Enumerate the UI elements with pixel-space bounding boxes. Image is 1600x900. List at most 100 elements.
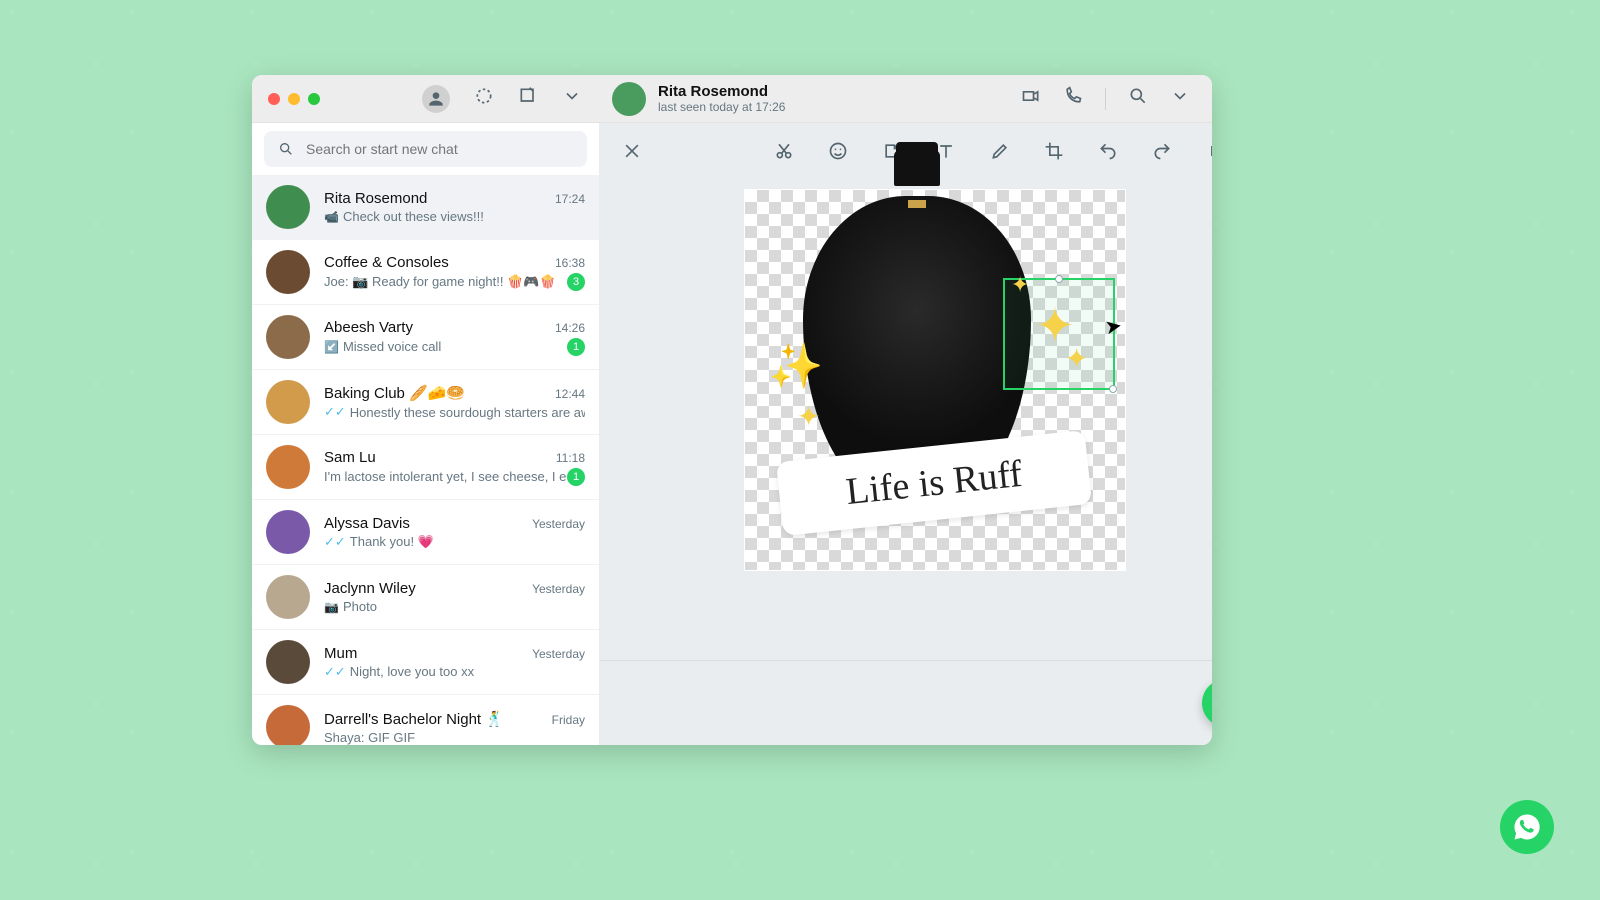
unread-badge: 1 [567, 468, 585, 486]
close-window-button[interactable] [268, 93, 280, 105]
chat-avatar [266, 185, 310, 229]
window-body: Rita Rosemond 17:24 📹Check out these views… [252, 123, 1212, 745]
draw-tool-icon[interactable] [986, 137, 1014, 165]
chat-time: Yesterday [532, 517, 585, 531]
undo-icon[interactable] [1094, 137, 1122, 165]
contact-avatar [612, 82, 646, 116]
voice-call-icon[interactable] [1063, 86, 1083, 111]
chat-row[interactable]: Sam Lu 11:18 I'm lactose intolerant yet, I… [252, 435, 599, 500]
chat-name: Mum [324, 645, 357, 662]
chat-name: Coffee & Consoles [324, 254, 449, 271]
sticker-canvas[interactable]: ✨ ✦ ✦ ✦ ✦ ➤ Life is Ruff [744, 189, 1126, 571]
chat-time: 11:18 [556, 451, 585, 465]
chat-time: Friday [552, 713, 585, 727]
unread-badge: 3 [567, 273, 585, 291]
chat-time: Yesterday [532, 647, 585, 661]
chat-time: 16:38 [555, 256, 585, 270]
sticker-text-label[interactable]: Life is Ruff [776, 430, 1092, 536]
read-ticks-icon: ✓✓ [324, 534, 346, 550]
contact-name: Rita Rosemond [658, 83, 785, 100]
chat-row[interactable]: Baking Club 🥖🧀🥯 12:44 ✓✓Honestly these sou… [252, 370, 599, 435]
sparkle-icon: ✦ [1065, 342, 1088, 375]
profile-avatar[interactable] [422, 85, 450, 113]
sparkle-icon: ✨ [769, 340, 824, 392]
chat-preview: ✓✓Night, love you too xx [324, 664, 474, 680]
sidebar-header-icons [422, 85, 582, 113]
chat-avatar [266, 315, 310, 359]
resize-handle[interactable] [1055, 275, 1063, 283]
conversation-header[interactable]: Rita Rosemond last seen today at 17:26 [612, 82, 1021, 116]
emoji-tool-icon[interactable] [824, 137, 852, 165]
video-call-icon[interactable] [1021, 86, 1041, 111]
chat-name: Darrell's Bachelor Night 🕺 [324, 710, 504, 728]
message-type-icon: ↙️ [324, 340, 339, 354]
chat-avatar [266, 640, 310, 684]
maximize-window-button[interactable] [308, 93, 320, 105]
chat-name: Baking Club 🥖🧀🥯 [324, 384, 465, 402]
chat-time: 14:26 [555, 321, 585, 335]
contact-status: last seen today at 17:26 [658, 100, 785, 114]
unread-badge: 1 [567, 338, 585, 356]
search-icon [278, 141, 294, 157]
chat-row[interactable]: Rita Rosemond 17:24 📹Check out these views… [252, 175, 599, 240]
chat-row[interactable]: Alyssa Davis Yesterday ✓✓Thank you! 💗 [252, 500, 599, 565]
chat-preview: I'm lactose intolerant yet, I see cheese… [324, 469, 567, 484]
chat-preview: Shaya: GIF GIF [324, 730, 415, 745]
chat-preview: 📷Photo [324, 599, 377, 614]
resize-handle[interactable] [1109, 385, 1117, 393]
chat-preview: 📹Check out these views!!! [324, 209, 484, 224]
crop-tool-icon[interactable] [1040, 137, 1068, 165]
chat-preview: ✓✓Thank you! 💗 [324, 534, 434, 550]
sparkle-icon: ✦ [1011, 272, 1029, 298]
new-chat-icon[interactable] [518, 86, 538, 111]
footer-divider [600, 660, 1212, 661]
person-icon [426, 89, 446, 109]
chat-time: 12:44 [555, 387, 585, 401]
selection-box[interactable]: ✦ ✦ ✦ [1003, 278, 1115, 390]
redo-icon[interactable] [1148, 137, 1176, 165]
chevron-down-icon[interactable] [1170, 86, 1190, 111]
cut-tool-icon[interactable] [770, 137, 798, 165]
chat-time: 17:24 [555, 192, 585, 206]
message-type-icon: 📷 [324, 600, 339, 614]
chat-row[interactable]: Darrell's Bachelor Night 🕺 Friday Shaya: G… [252, 695, 599, 745]
chat-avatar [266, 250, 310, 294]
sticker-editor: Done ✨ ✦ ✦ ✦ ✦ ➤ Life is Ruff [600, 123, 1212, 745]
chat-name: Sam Lu [324, 449, 376, 466]
chat-name: Jaclynn Wiley [324, 580, 416, 597]
sparkle-icon: ✦ [797, 400, 820, 433]
chat-row[interactable]: Coffee & Consoles 16:38 Joe: 📷 Ready for g… [252, 240, 599, 305]
search-icon[interactable] [1128, 86, 1148, 111]
read-ticks-icon: ✓✓ [324, 404, 346, 420]
chevron-down-icon[interactable] [562, 86, 582, 111]
minimize-window-button[interactable] [288, 93, 300, 105]
search-bar[interactable] [264, 131, 587, 167]
chat-avatar [266, 380, 310, 424]
cursor-icon: ➤ [1103, 313, 1124, 341]
status-icon[interactable] [474, 86, 494, 111]
conversation-actions [1021, 86, 1212, 111]
chat-row[interactable]: Jaclynn Wiley Yesterday 📷Photo [252, 565, 599, 630]
chat-time: Yesterday [532, 582, 585, 596]
read-ticks-icon: ✓✓ [324, 664, 346, 680]
message-type-icon: 📹 [324, 210, 339, 224]
whatsapp-logo [1500, 800, 1554, 854]
chat-row[interactable]: Abeesh Varty 14:26 ↙️Missed voice call 1 [252, 305, 599, 370]
titlebar: Rita Rosemond last seen today at 17:26 [252, 75, 1212, 123]
app-window: Rita Rosemond last seen today at 17:26 R… [252, 75, 1212, 745]
chat-avatar [266, 575, 310, 619]
chat-preview: ✓✓Honestly these sourdough starters are … [324, 404, 585, 420]
chat-name: Alyssa Davis [324, 515, 410, 532]
chat-row[interactable]: Mum Yesterday ✓✓Night, love you too xx [252, 630, 599, 695]
close-editor-button[interactable] [618, 137, 646, 165]
chat-preview: Joe: 📷 Ready for game night!! 🍿🎮🍿 [324, 274, 556, 290]
send-button[interactable] [1202, 679, 1212, 727]
chat-preview: ↙️Missed voice call [324, 339, 441, 354]
chat-name: Abeesh Varty [324, 319, 413, 336]
chat-avatar [266, 705, 310, 745]
chat-avatar [266, 510, 310, 554]
search-input[interactable] [306, 141, 573, 157]
chat-sidebar: Rita Rosemond 17:24 📹Check out these views… [252, 123, 600, 745]
chat-name: Rita Rosemond [324, 190, 427, 207]
done-button[interactable]: Done [1204, 139, 1212, 164]
